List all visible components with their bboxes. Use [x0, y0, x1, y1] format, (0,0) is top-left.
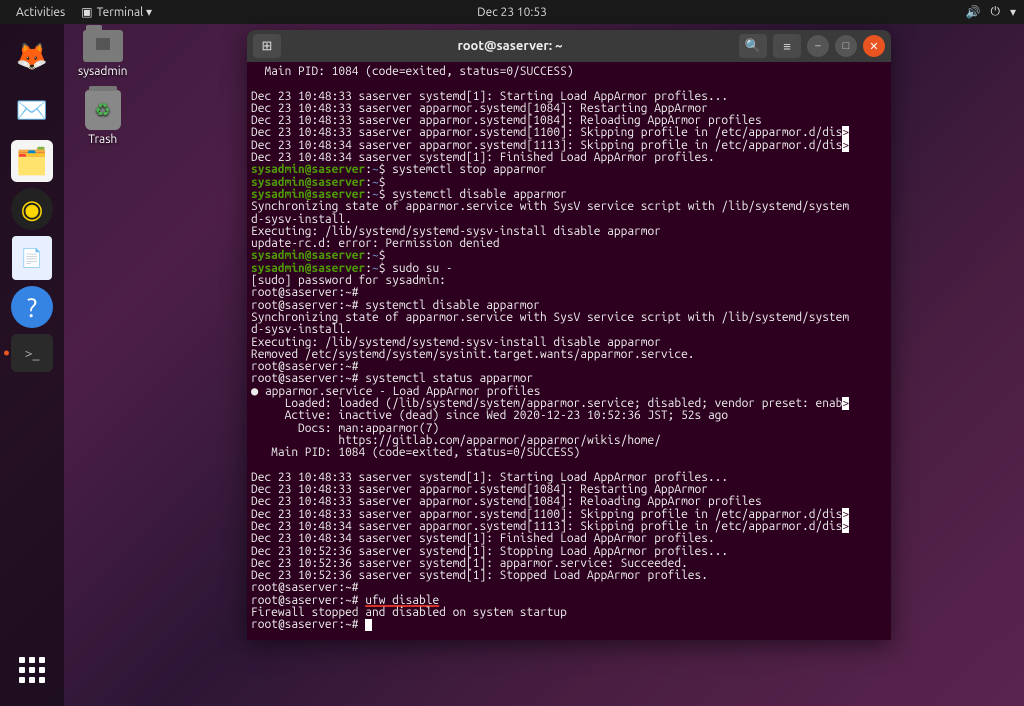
term-line: root@saserver:~#: [251, 618, 365, 631]
term-cmd: $ systemctl stop apparmor: [379, 163, 547, 176]
dock-terminal[interactable]: >_: [11, 334, 53, 372]
window-minimize-button[interactable]: –: [807, 35, 829, 57]
new-tab-button[interactable]: ⊞: [253, 34, 281, 58]
gnome-top-bar: Activities ▣ Terminal ▾ Dec 23 10:53 🔊 ⏻…: [0, 0, 1024, 24]
desktop-home-folder[interactable]: sysadmin: [78, 30, 128, 78]
term-line: Dec 23 10:48:33 saserver apparmor.system…: [251, 102, 708, 115]
terminal-window: ⊞ root@saserver: ~ 🔍 ≡ – □ ✕ Main PID: 1…: [247, 30, 891, 640]
term-line: root@saserver:~#: [251, 581, 359, 594]
term-line: Dec 23 10:52:36 saserver systemd[1]: app…: [251, 557, 688, 570]
hamburger-menu-button[interactable]: ≡: [773, 34, 801, 58]
search-button[interactable]: 🔍: [739, 34, 767, 58]
prompt-user: sysadmin@saserver: [251, 176, 365, 189]
cursor: [365, 619, 372, 631]
term-line: Dec 23 10:48:33 saserver systemd[1]: Sta…: [251, 471, 728, 484]
terminal-icon: ▣: [81, 5, 92, 19]
term-line: Dec 23 10:48:33 saserver apparmor.system…: [251, 126, 842, 139]
term-line: root@saserver:~#: [251, 594, 365, 607]
window-maximize-button[interactable]: □: [835, 35, 857, 57]
term-line: Loaded: loaded (/lib/systemd/system/appa…: [251, 397, 842, 410]
dock-firefox[interactable]: 🦊: [8, 32, 56, 80]
window-close-button[interactable]: ✕: [863, 35, 885, 57]
dock-writer[interactable]: 📄: [12, 236, 52, 280]
dock-rhythmbox[interactable]: ◉: [11, 188, 53, 230]
dock: 🦊 ✉️ 🗂️ ◉ 📄 ? >_: [0, 24, 64, 706]
term-line: Main PID: 1084 (code=exited, status=0/SU…: [251, 65, 574, 78]
term-line: d-sysv-install.: [251, 213, 352, 226]
term-line: Synchronizing state of apparmor.service …: [251, 311, 849, 324]
volume-icon: 🔊: [966, 5, 981, 19]
terminal-content[interactable]: Main PID: 1084 (code=exited, status=0/SU…: [247, 62, 891, 640]
term-line: [sudo] password for sysadmin:: [251, 274, 446, 287]
term-line: Dec 23 10:48:33 saserver apparmor.system…: [251, 483, 708, 496]
app-menu[interactable]: ▣ Terminal ▾: [73, 3, 160, 21]
term-line: root@saserver:~#: [251, 360, 359, 373]
term-line: Dec 23 10:52:36 saserver systemd[1]: Sto…: [251, 545, 728, 558]
dock-files[interactable]: 🗂️: [11, 140, 53, 182]
clock[interactable]: Dec 23 10:53: [477, 6, 547, 19]
desktop-icons: sysadmin ♻ Trash: [78, 30, 128, 146]
term-line: https://gitlab.com/apparmor/apparmor/wik…: [251, 434, 661, 447]
folder-icon: [83, 30, 123, 62]
term-cmd: $ systemctl disable apparmor: [379, 188, 567, 201]
dock-help[interactable]: ?: [11, 286, 53, 328]
term-line: Firewall stopped and disabled on system …: [251, 606, 567, 619]
system-status-area[interactable]: 🔊 ⏻ ▾: [966, 5, 1016, 19]
trash-label: Trash: [88, 133, 117, 146]
term-line: Dec 23 10:48:34 saserver apparmor.system…: [251, 520, 842, 533]
term-line: Docs: man:apparmor(7): [251, 422, 439, 435]
prompt-user: sysadmin@saserver: [251, 163, 365, 176]
term-cmd: $: [379, 249, 386, 262]
term-line: Main PID: 1084 (code=exited, status=0/SU…: [251, 446, 580, 459]
dock-thunderbird[interactable]: ✉️: [8, 86, 56, 134]
desktop-trash[interactable]: ♻ Trash: [85, 90, 121, 146]
term-line: root@saserver:~# systemctl disable appar…: [251, 299, 540, 312]
chevron-down-icon: ▾: [1010, 5, 1016, 19]
term-line: Dec 23 10:48:34 saserver apparmor.system…: [251, 139, 842, 152]
dock-show-apps[interactable]: [8, 646, 56, 694]
window-titlebar[interactable]: ⊞ root@saserver: ~ 🔍 ≡ – □ ✕: [247, 30, 891, 62]
term-line: Removed /etc/systemd/system/sysinit.targ…: [251, 348, 695, 361]
term-cmd: $: [379, 176, 386, 189]
term-cmd: $ sudo su -: [379, 262, 453, 275]
term-line: Synchronizing state of apparmor.service …: [251, 200, 849, 213]
term-line: Dec 23 10:48:33 saserver apparmor.system…: [251, 495, 762, 508]
term-line: Dec 23 10:48:33 saserver apparmor.system…: [251, 508, 842, 521]
power-icon: ⏻: [990, 5, 1000, 19]
prompt-user: sysadmin@saserver: [251, 188, 365, 201]
term-line: root@saserver:~#: [251, 286, 359, 299]
term-line: Dec 23 10:48:33 saserver apparmor.system…: [251, 114, 762, 127]
highlighted-command: ufw disable: [365, 594, 439, 607]
term-line: Dec 23 10:52:36 saserver systemd[1]: Sto…: [251, 569, 708, 582]
prompt-user: sysadmin@saserver: [251, 262, 365, 275]
activities-button[interactable]: Activities: [8, 4, 73, 21]
term-line: Dec 23 10:48:34 saserver systemd[1]: Fin…: [251, 532, 715, 545]
term-line: root@saserver:~# systemctl status apparm…: [251, 372, 533, 385]
app-menu-label: Terminal ▾: [97, 5, 152, 19]
term-line: Dec 23 10:48:33 saserver systemd[1]: Sta…: [251, 90, 728, 103]
trash-icon: ♻: [85, 90, 121, 130]
term-line: Active: inactive (dead) since Wed 2020-1…: [251, 409, 728, 422]
window-title: root@saserver: ~: [457, 39, 562, 53]
term-line: ● apparmor.service - Load AppArmor profi…: [251, 385, 540, 398]
home-label: sysadmin: [78, 65, 128, 78]
term-line: Executing: /lib/systemd/systemd-sysv-ins…: [251, 336, 661, 349]
term-line: Executing: /lib/systemd/systemd-sysv-ins…: [251, 225, 661, 238]
prompt-user: sysadmin@saserver: [251, 249, 365, 262]
term-line: d-sysv-install.: [251, 323, 352, 336]
